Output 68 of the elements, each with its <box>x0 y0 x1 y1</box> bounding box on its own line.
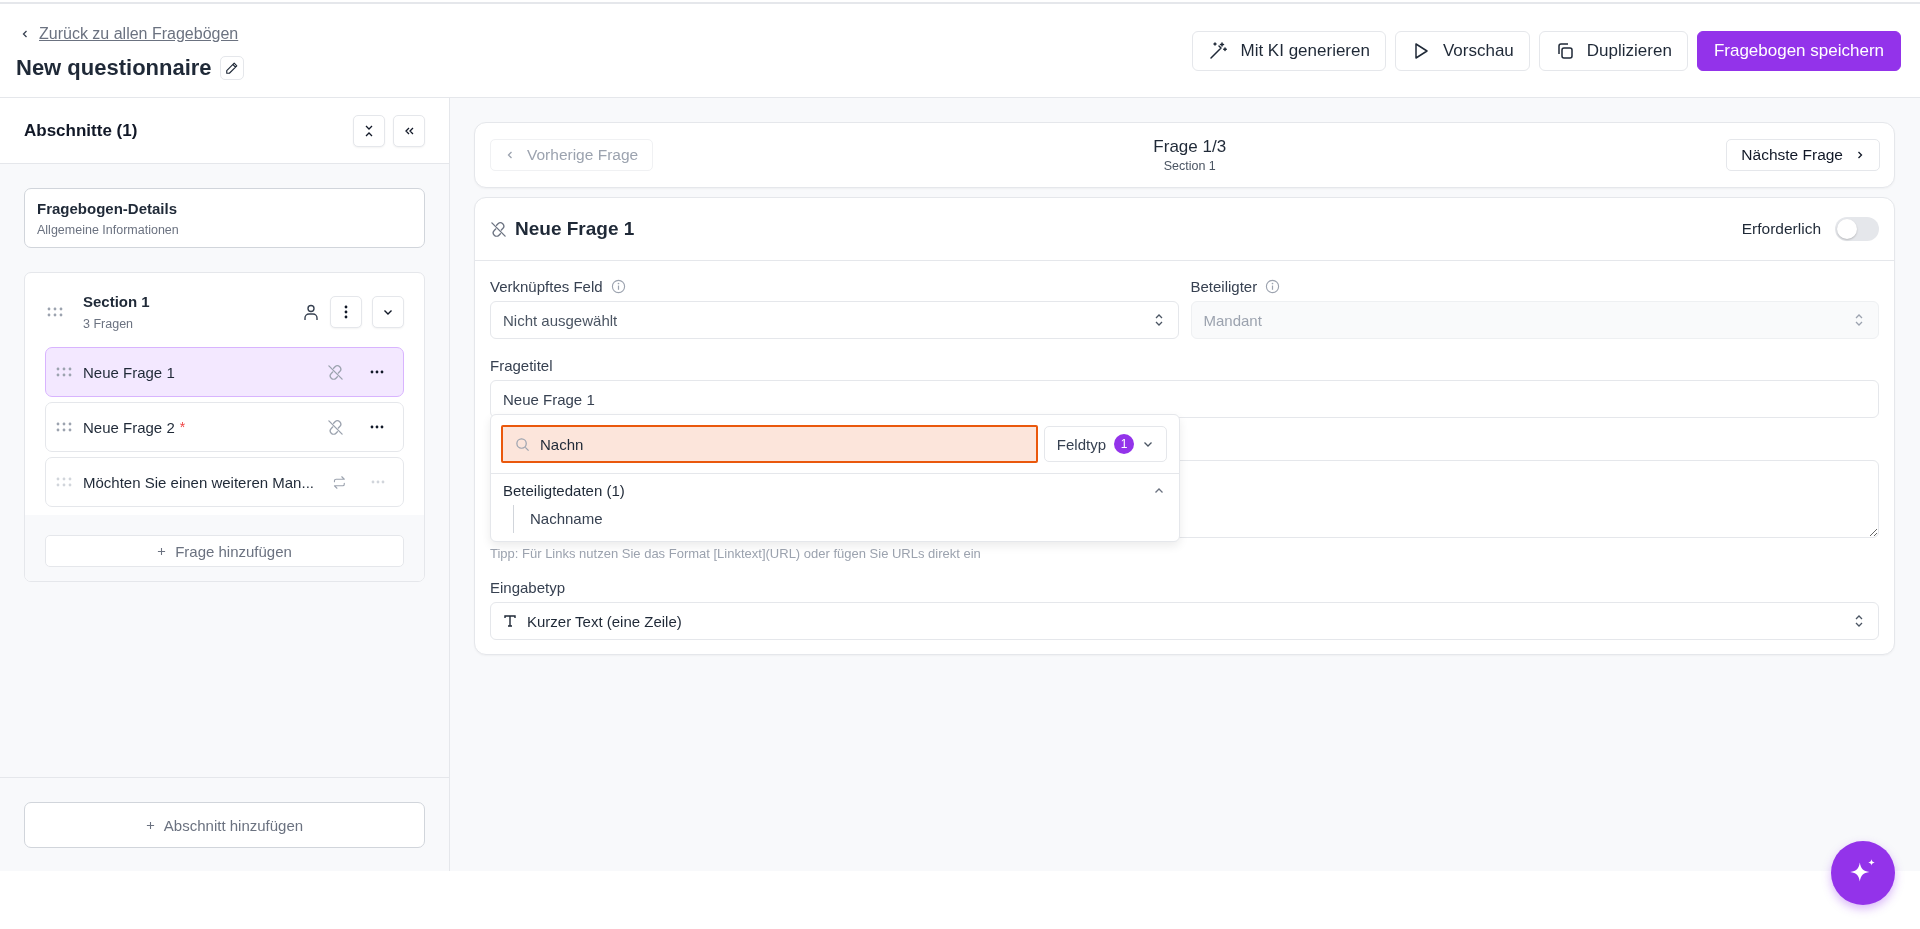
chevron-left-icon <box>20 28 30 39</box>
question-label: Neue Frage 1 <box>83 363 175 381</box>
plus-icon <box>157 546 167 556</box>
plus-icon <box>145 820 155 830</box>
required-toggle[interactable] <box>1835 217 1879 241</box>
details-card[interactable]: Fragebogen-Details Allgemeine Informationen <box>24 188 425 248</box>
field-type-filter-button[interactable]: Feldtyp 1 <box>1043 426 1167 462</box>
section-name: Section 1 <box>1163 159 1216 173</box>
question-title: Neue Frage 1 <box>515 218 635 240</box>
expand-toggle-button[interactable] <box>372 296 404 328</box>
more-horizontal-icon <box>371 480 386 484</box>
field-option[interactable]: Nachname <box>514 505 1179 533</box>
drag-handle-icon[interactable] <box>56 422 72 432</box>
unlinked-icon <box>327 418 344 436</box>
chevron-right-icon <box>1855 150 1865 160</box>
field-label: Eingabetyp <box>490 579 567 596</box>
info-icon[interactable] <box>1265 279 1281 294</box>
drag-handle-icon[interactable] <box>47 307 63 317</box>
hint-text: Tipp: Für Links nutzen Sie das Format [Linktext](URL) oder fügen Sie URLs direkt ein <box>490 546 982 561</box>
person-icon[interactable] <box>302 303 320 321</box>
pencil-icon <box>224 60 239 75</box>
question-item[interactable]: Neue Frage 1 <box>45 347 404 397</box>
section-title: Section 1 <box>83 293 151 310</box>
chevron-up-down-icon <box>1854 614 1864 628</box>
header-button[interactable]: Duplizieren <box>1538 30 1688 71</box>
question-label: Neue Frage 2 <box>83 418 175 436</box>
magic-wand-icon <box>1208 40 1229 61</box>
field-label: Verknüpftes Feld <box>490 278 603 295</box>
header-button[interactable]: Vorschau <box>1394 30 1530 71</box>
search-icon <box>515 436 530 452</box>
input-type-select[interactable]: Kurzer Text (eine Zeile) <box>490 602 1879 640</box>
unlinked-icon <box>327 363 344 381</box>
ai-assistant-button[interactable] <box>1831 841 1895 905</box>
question-label: Möchten Sie einen weiteren Man... <box>83 473 314 491</box>
collapse-sidebar-button[interactable] <box>393 114 425 147</box>
add-section-button[interactable]: Abschnitt hinzufügen <box>24 802 425 848</box>
question-count: 3 Fragen <box>83 317 135 331</box>
header-button[interactable]: Fragebogen speichern <box>1696 30 1901 71</box>
back-link[interactable]: Zurück zu allen Fragebögen <box>16 24 244 43</box>
edit-title-button[interactable] <box>219 55 244 80</box>
chevron-left-icon <box>505 150 515 160</box>
required-mark: * <box>179 419 186 435</box>
field-label: Beteiligter <box>1190 278 1258 295</box>
search-field[interactable]: Nachn <box>501 425 1038 463</box>
questionnaire-title: New questionnaire <box>16 54 212 81</box>
sidebar-title: Abschnitte (1) <box>24 120 138 141</box>
more-horizontal-icon <box>370 370 384 374</box>
chevron-up-down-icon <box>1153 313 1164 327</box>
required-label: Erforderlich <box>1741 220 1821 238</box>
repeat-icon <box>331 473 347 491</box>
question-title-input[interactable]: Neue Frage 1 <box>490 380 1879 418</box>
info-icon[interactable] <box>610 279 626 294</box>
collapse-icon <box>363 124 375 137</box>
collapse-all-button[interactable] <box>353 114 385 147</box>
add-question-button[interactable]: Frage hinzufügen <box>45 535 404 567</box>
text-type-icon <box>503 614 517 628</box>
chevron-up-down-icon <box>1854 313 1864 327</box>
next-question-button[interactable]: Nächste Frage <box>1726 139 1880 171</box>
question-counter: Frage 1/3 <box>1153 137 1227 157</box>
header-button[interactable]: Mit KI generieren <box>1192 30 1386 71</box>
group-header[interactable]: Beteiligtedaten (1) <box>491 474 1179 505</box>
field-label: Fragetitel <box>490 357 554 374</box>
question-item[interactable]: Neue Frage 2 * <box>45 402 404 452</box>
drag-handle-icon[interactable] <box>56 367 72 377</box>
more-horizontal-icon <box>370 425 384 429</box>
linked-field-select[interactable]: Nicht ausgewählt <box>490 301 1179 339</box>
more-vertical-icon <box>344 305 348 319</box>
unlinked-icon <box>490 220 507 238</box>
